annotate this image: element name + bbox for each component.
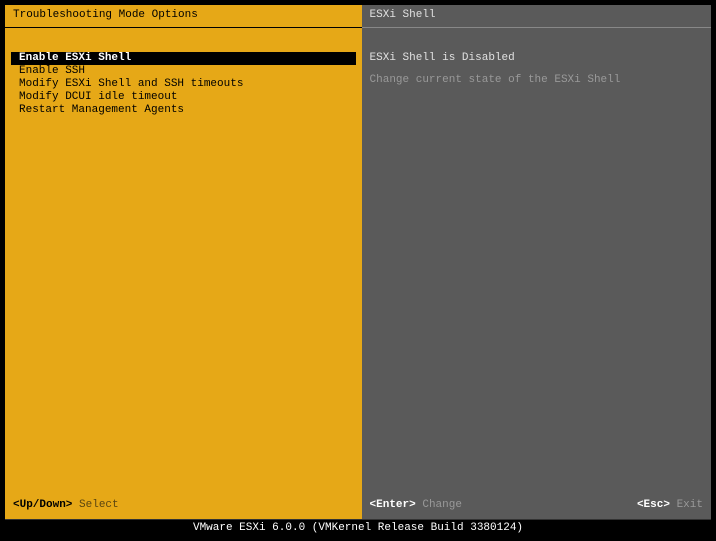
esc-hint-group: <Esc> Exit <box>637 499 703 511</box>
enter-action: Change <box>422 499 462 511</box>
menu-item-enable-ssh[interactable]: Enable SSH <box>5 65 362 78</box>
menu-item-restart-agents[interactable]: Restart Management Agents <box>5 104 362 117</box>
left-panel-title: Troubleshooting Mode Options <box>5 5 362 28</box>
updown-action: Select <box>79 499 119 511</box>
right-panel-footer: <Enter> Change <Esc> Exit <box>362 493 711 519</box>
menu-item-enable-esxi-shell[interactable]: Enable ESXi Shell <box>11 52 356 65</box>
enter-hint-group: <Enter> Change <box>370 499 462 511</box>
menu-list: Enable ESXi Shell Enable SSH Modify ESXi… <box>5 28 362 493</box>
right-panel: ESXi Shell ESXi Shell is Disabled Change… <box>362 5 711 519</box>
detail-content: ESXi Shell is Disabled Change current st… <box>362 28 711 493</box>
menu-item-modify-dcui-timeout[interactable]: Modify DCUI idle timeout <box>5 91 362 104</box>
detail-status: ESXi Shell is Disabled <box>370 52 703 64</box>
updown-key-hint: <Up/Down> <box>13 499 72 511</box>
status-bar: VMware ESXi 6.0.0 (VMKernel Release Buil… <box>5 519 711 536</box>
right-panel-title: ESXi Shell <box>362 5 711 28</box>
left-panel-footer: <Up/Down> Select <box>5 493 362 519</box>
esc-action: Exit <box>677 499 703 511</box>
menu-item-modify-timeouts[interactable]: Modify ESXi Shell and SSH timeouts <box>5 78 362 91</box>
main-area: Troubleshooting Mode Options Enable ESXi… <box>5 5 711 519</box>
esc-key-hint: <Esc> <box>637 499 670 511</box>
dcui-screen: Troubleshooting Mode Options Enable ESXi… <box>5 5 711 536</box>
detail-description: Change current state of the ESXi Shell <box>370 74 703 86</box>
left-panel: Troubleshooting Mode Options Enable ESXi… <box>5 5 362 519</box>
enter-key-hint: <Enter> <box>370 499 416 511</box>
